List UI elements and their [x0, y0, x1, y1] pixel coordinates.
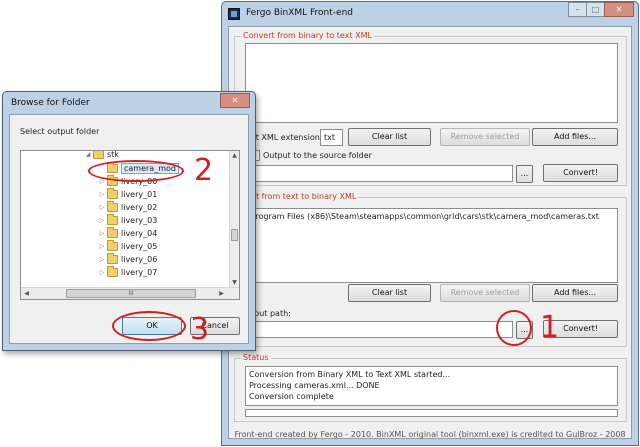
- expand-icon[interactable]: ▷: [97, 243, 107, 250]
- tree-item[interactable]: ▷ livery_01: [97, 188, 157, 201]
- dialog-title: Browse for Folder: [11, 98, 90, 108]
- expand-icon[interactable]: ▷: [97, 256, 107, 263]
- highlight-ring-ok: [112, 311, 186, 341]
- expand-icon[interactable]: ▷: [97, 191, 107, 198]
- expand-icon[interactable]: ▷: [97, 269, 107, 276]
- remove-selected-button[interactable]: Remove selected: [440, 128, 530, 146]
- folder-icon: [107, 188, 118, 199]
- clear-list-button[interactable]: Clear list: [348, 128, 431, 146]
- folder-icon: [93, 151, 104, 159]
- folder-icon: [107, 201, 118, 212]
- status-group-label: Status: [241, 353, 271, 363]
- minimize-button[interactable]: –: [568, 2, 587, 17]
- text-remove-selected-button[interactable]: Remove selected: [440, 284, 530, 302]
- extension-input[interactable]: txt: [320, 129, 343, 146]
- tree-item[interactable]: ▷ livery_04: [97, 227, 157, 240]
- step-number-2: 2: [194, 153, 214, 188]
- extension-label: xt XML extension:: [251, 133, 323, 142]
- binary-to-text-group-label: Convert from binary to text XML: [241, 31, 374, 41]
- binary-file-list[interactable]: [245, 43, 618, 123]
- status-log: Conversion from Binary XML to Text XML s…: [245, 366, 618, 406]
- dialog-close-button[interactable]: ✕: [220, 93, 250, 108]
- text-clear-list-button[interactable]: Clear list: [348, 284, 431, 302]
- step-number-1: 1: [540, 310, 560, 345]
- scroll-left-icon[interactable]: ◀: [22, 289, 31, 298]
- folder-icon: [107, 266, 118, 277]
- maximize-button[interactable]: □: [586, 2, 605, 17]
- main-client-area: Convert from binary to text XML xt XML e…: [228, 26, 632, 439]
- binary-convert-button[interactable]: Convert!: [543, 164, 618, 182]
- tree-item[interactable]: ▷ livery_02: [97, 201, 157, 214]
- output-to-source-label: Output to the source folder: [263, 151, 372, 160]
- status-group: Status Conversion from Binary XML to Tex…: [234, 353, 627, 422]
- expand-icon[interactable]: ▷: [97, 204, 107, 211]
- folder-icon: [107, 240, 118, 251]
- tree-item[interactable]: ▷ livery_05: [97, 240, 157, 253]
- step-number-3: 3: [190, 312, 210, 347]
- expand-icon[interactable]: ▷: [97, 230, 107, 237]
- vertical-scroll-thumb[interactable]: [231, 229, 238, 241]
- text-to-binary-group-label: vert from text to binary XML: [241, 192, 359, 202]
- binary-browse-button[interactable]: ...: [516, 165, 533, 183]
- progress-bar: [245, 409, 618, 417]
- app-icon: [228, 8, 240, 20]
- main-title-bar[interactable]: Fergo BinXML Front-end – □ ✕: [222, 2, 638, 26]
- credits-footer: Front-end created by Fergo - 2010. BinXM…: [234, 430, 626, 439]
- tree-horizontal-scrollbar[interactable]: ◀ III ▶: [21, 287, 239, 299]
- main-window-title: Fergo BinXML Front-end: [246, 8, 353, 18]
- folder-icon: [107, 227, 118, 238]
- dialog-client-area: Select output folder ◢ stk camera_mod ▷ …: [9, 114, 249, 344]
- scroll-right-icon[interactable]: ▶: [217, 289, 226, 298]
- tree-item[interactable]: ▷ livery_06: [97, 253, 157, 266]
- status-line: Conversion complete: [249, 392, 334, 401]
- text-file-item[interactable]: \Program Files (x86)\Steam\steamapps\com…: [248, 212, 599, 221]
- browse-folder-dialog: Browse for Folder ✕ Select output folder…: [2, 91, 256, 351]
- tree-vertical-scrollbar[interactable]: ▲ ▼: [229, 151, 239, 287]
- scroll-up-icon[interactable]: ▲: [230, 151, 239, 160]
- text-add-files-button[interactable]: Add files...: [532, 284, 618, 302]
- horizontal-scroll-thumb[interactable]: III: [66, 289, 196, 298]
- collapse-icon[interactable]: ◢: [83, 151, 93, 158]
- output-path-label: tput path:: [251, 309, 291, 318]
- tree-item-stk[interactable]: ◢ stk: [83, 151, 119, 161]
- window-controls: – □ ✕: [568, 2, 634, 17]
- close-button[interactable]: ✕: [604, 2, 634, 17]
- add-files-button[interactable]: Add files...: [532, 128, 618, 146]
- binary-to-text-group: Convert from binary to text XML xt XML e…: [234, 31, 627, 186]
- status-line: Conversion from Binary XML to Text XML s…: [249, 370, 451, 379]
- tree-item[interactable]: ▷ livery_07: [97, 266, 157, 279]
- text-file-list[interactable]: \Program Files (x86)\Steam\steamapps\com…: [245, 208, 618, 283]
- highlight-ring-folder: [88, 160, 184, 182]
- text-to-binary-group: vert from text to binary XML \Program Fi…: [234, 192, 627, 347]
- binary-output-path-input[interactable]: [249, 165, 513, 182]
- dialog-prompt: Select output folder: [20, 127, 100, 136]
- main-window: Fergo BinXML Front-end – □ ✕ Convert fro…: [221, 1, 639, 446]
- tree-item[interactable]: ▷ livery_03: [97, 214, 157, 227]
- folder-icon: [107, 253, 118, 264]
- scroll-down-icon[interactable]: ▼: [230, 278, 239, 287]
- text-output-path-input[interactable]: [249, 321, 513, 338]
- expand-icon[interactable]: ▷: [97, 217, 107, 224]
- highlight-ring-browse: [496, 310, 532, 346]
- status-line: Processing cameras.xml... DONE: [249, 381, 380, 390]
- folder-icon: [107, 214, 118, 225]
